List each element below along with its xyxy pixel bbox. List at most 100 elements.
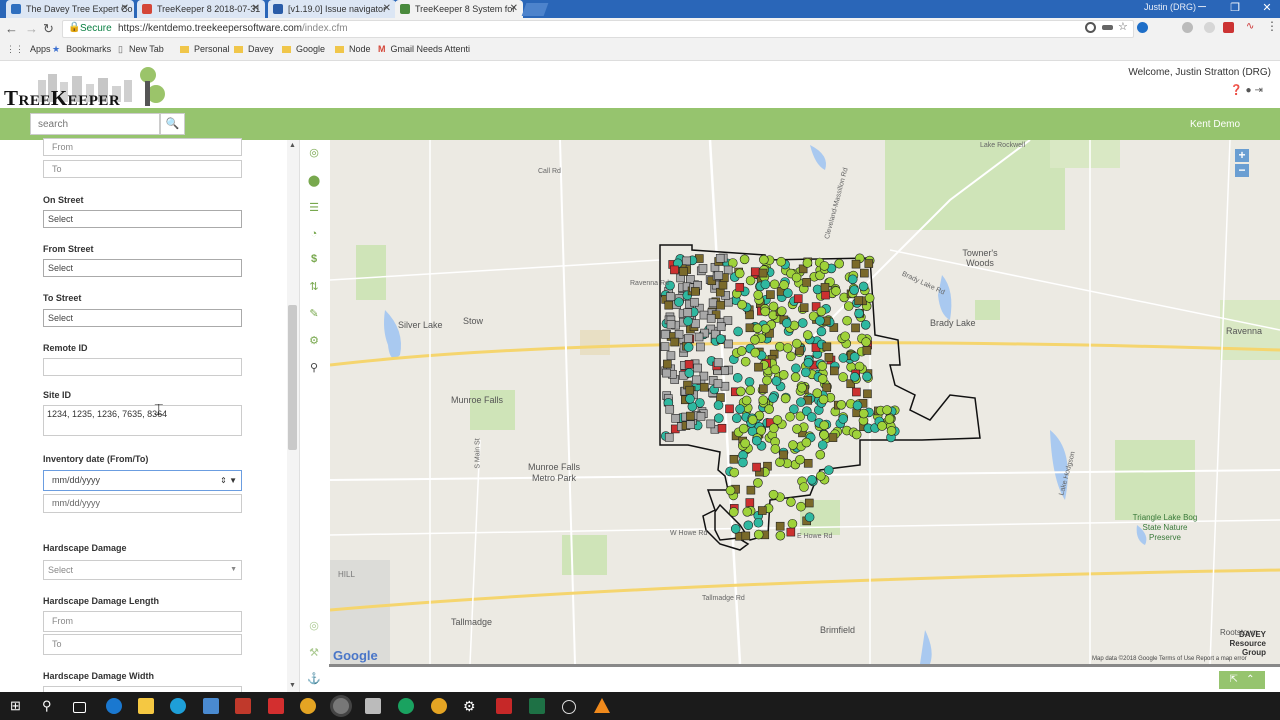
tree-marker-poor[interactable] xyxy=(860,268,869,278)
map-canvas[interactable]: Silver Lake Stow Munroe Falls Munroe Fal… xyxy=(330,140,1280,664)
tree-marker-stump[interactable] xyxy=(674,329,684,339)
tree-marker-poor[interactable] xyxy=(729,454,739,464)
settings-circle-icon[interactable]: ◎ xyxy=(307,619,321,632)
tree-marker-good[interactable] xyxy=(745,385,756,396)
tree-marker-dead[interactable] xyxy=(670,265,679,275)
tree-marker-stump[interactable] xyxy=(696,342,705,352)
tree-marker-poor[interactable] xyxy=(828,433,838,442)
tree-marker-stump[interactable] xyxy=(666,292,675,301)
app-icon[interactable] xyxy=(203,698,219,714)
tree-marker-good[interactable] xyxy=(882,405,892,415)
tree-marker-poor[interactable] xyxy=(691,287,700,296)
tree-marker-dead[interactable] xyxy=(752,462,761,472)
tree-marker-good[interactable] xyxy=(792,424,802,434)
tree-marker-dead[interactable] xyxy=(745,498,755,507)
window-close-icon[interactable]: ✕ xyxy=(1257,1,1277,14)
browser-tab-treekeeper[interactable]: TreeKeeper 8 System for ✕ xyxy=(395,0,523,18)
tree-marker-fair[interactable] xyxy=(854,308,864,319)
tree-marker-good[interactable] xyxy=(842,315,852,326)
tree-marker-good[interactable] xyxy=(861,337,871,347)
tree-marker-poor[interactable] xyxy=(822,342,832,352)
tree-marker-stump[interactable] xyxy=(660,342,670,351)
tree-marker-stump[interactable] xyxy=(664,433,674,442)
filezilla-icon[interactable] xyxy=(268,698,284,714)
tree-marker-good[interactable] xyxy=(776,306,787,316)
tree-marker-fair[interactable] xyxy=(815,315,825,326)
tree-marker-poor[interactable] xyxy=(820,283,830,292)
bookmark-davey[interactable]: Davey xyxy=(234,44,274,54)
tree-marker-good[interactable] xyxy=(886,426,897,436)
tree-marker-fair[interactable] xyxy=(849,352,860,362)
date-spinner-icon[interactable]: ⇕ ▼ xyxy=(220,471,237,490)
tree-marker-poor[interactable] xyxy=(670,337,680,347)
tree-marker-good[interactable] xyxy=(775,530,786,541)
tree-marker-good[interactable] xyxy=(728,507,739,517)
tree-marker-poor[interactable] xyxy=(715,287,725,297)
file-explorer-icon[interactable] xyxy=(138,698,154,714)
tree-marker-good[interactable] xyxy=(760,323,771,334)
tree-marker-good[interactable] xyxy=(760,306,770,317)
tree-marker-good[interactable] xyxy=(770,364,781,375)
extension-icon[interactable] xyxy=(1137,22,1148,33)
tree-marker-stump[interactable] xyxy=(713,358,723,367)
scroll-down-icon[interactable]: ▼ xyxy=(289,682,296,689)
tree-marker-fair[interactable] xyxy=(731,413,742,424)
hardscape-length-from-field[interactable]: From xyxy=(43,611,242,632)
range-to-field[interactable]: To xyxy=(43,160,242,178)
tree-marker-good[interactable] xyxy=(736,346,747,356)
tree-marker-dead[interactable] xyxy=(717,423,727,433)
anchor-icon[interactable]: ⚓ xyxy=(307,672,321,685)
user-icon[interactable]: ● xyxy=(1245,85,1254,96)
tree-marker-poor[interactable] xyxy=(686,411,695,421)
tree-marker-fair[interactable] xyxy=(751,435,762,446)
tree-marker-good[interactable] xyxy=(838,372,848,382)
tree-marker-good[interactable] xyxy=(791,272,802,283)
bookmark-new-tab[interactable]: ▯ New Tab xyxy=(118,44,164,55)
tree-marker-poor[interactable] xyxy=(685,385,695,395)
tree-marker-fair[interactable] xyxy=(849,372,860,382)
tree-marker-good[interactable] xyxy=(779,280,789,290)
tree-marker-fair[interactable] xyxy=(791,363,801,374)
tree-marker-good[interactable] xyxy=(836,400,847,410)
tree-marker-fair[interactable] xyxy=(804,512,815,523)
bookmark-apps[interactable]: ⋮⋮ Apps xyxy=(6,44,51,55)
from-street-select[interactable]: Select xyxy=(43,259,242,277)
tree-marker-fair[interactable] xyxy=(852,400,863,411)
tree-marker-good[interactable] xyxy=(750,347,761,358)
tree-marker-fair[interactable] xyxy=(738,457,748,468)
tree-marker-good[interactable] xyxy=(819,420,829,431)
new-tab-button[interactable] xyxy=(521,3,549,16)
tree-marker-good[interactable] xyxy=(802,258,813,268)
tree-marker-poor[interactable] xyxy=(830,366,839,376)
tree-marker-stump[interactable] xyxy=(662,368,671,378)
tree-marker-good[interactable] xyxy=(758,395,769,405)
tree-marker-poor[interactable] xyxy=(718,280,728,290)
tree-marker-good[interactable] xyxy=(786,497,796,507)
tree-marker-good[interactable] xyxy=(843,301,854,311)
windows-start-icon[interactable]: ⊞ xyxy=(10,698,26,714)
inventory-date-from-input[interactable]: mm/dd/yyyy ⇕ ▼ xyxy=(43,470,242,491)
edge-icon[interactable] xyxy=(106,698,122,714)
remote-id-field[interactable] xyxy=(43,358,242,376)
app-icon[interactable] xyxy=(170,698,186,714)
to-street-select[interactable]: Select xyxy=(43,309,242,327)
tree-marker-good[interactable] xyxy=(739,254,750,265)
tree-marker-fair[interactable] xyxy=(713,400,724,411)
app-icon[interactable] xyxy=(365,698,381,714)
tree-marker-stump[interactable] xyxy=(699,371,709,381)
tree-marker-good[interactable] xyxy=(801,437,812,448)
tree-marker-fair[interactable] xyxy=(807,475,817,485)
tree-marker-good[interactable] xyxy=(884,414,895,424)
tree-marker-good[interactable] xyxy=(745,275,756,286)
tree-marker-good[interactable] xyxy=(792,338,802,349)
on-street-select[interactable]: Select xyxy=(43,210,242,228)
tree-marker-poor[interactable] xyxy=(775,521,785,531)
tree-marker-stump[interactable] xyxy=(723,265,733,275)
tree-marker-poor[interactable] xyxy=(759,384,768,394)
tree-marker-fair[interactable] xyxy=(743,520,754,531)
range-from-field[interactable]: From xyxy=(43,138,242,156)
zoom-in-button[interactable]: + xyxy=(1235,149,1249,162)
tree-marker-fair[interactable] xyxy=(862,371,872,382)
tree-marker-dead[interactable] xyxy=(750,267,760,277)
tree-marker-dead[interactable] xyxy=(684,360,694,369)
